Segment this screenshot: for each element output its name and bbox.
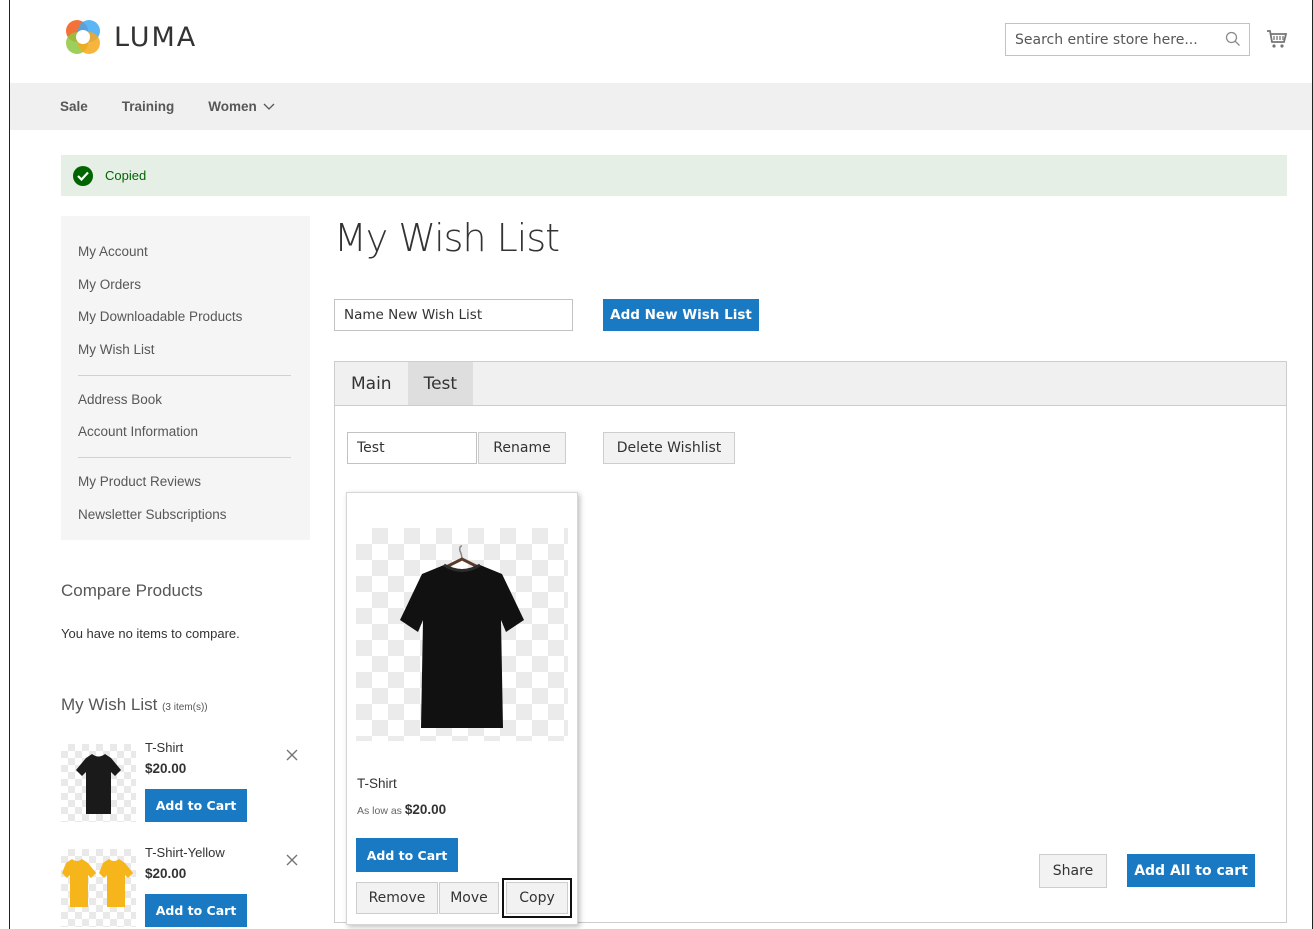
price-value: $20.00 (404, 802, 447, 817)
close-icon[interactable] (285, 853, 299, 867)
tshirt-black-image (76, 754, 121, 814)
remove-button[interactable]: Remove (356, 882, 438, 914)
product-thumbnail[interactable] (61, 849, 136, 927)
sidebar-item-my-wish-list[interactable]: My Wish List (78, 334, 310, 367)
compare-title: Compare Products (61, 581, 203, 600)
wishlist-tabs: Main Test Rename Delete Wishlist T-Shirt… (334, 361, 1287, 925)
add-to-cart-button[interactable]: Add to Cart (145, 894, 247, 927)
product-name[interactable]: T-Shirt (357, 776, 397, 791)
wishlist-item-name[interactable]: T-Shirt-Yellow (145, 845, 225, 860)
add-new-wishlist-button[interactable]: Add New Wish List (603, 299, 759, 331)
add-to-cart-button[interactable]: Add to Cart (145, 789, 247, 822)
close-icon[interactable] (285, 748, 299, 762)
page-frame: LUMA Sale Training Women (9, 0, 1313, 929)
message-text: Copied (105, 168, 147, 183)
product-price: As low as $20.00 (357, 802, 446, 817)
luma-logo-icon (66, 20, 100, 54)
sidebar-divider (78, 374, 291, 376)
nav-item-training[interactable]: Training (122, 99, 175, 114)
main-nav: Sale Training Women (10, 83, 1312, 130)
add-all-to-cart-button[interactable]: Add All to cart (1127, 854, 1255, 887)
share-button[interactable]: Share (1039, 854, 1107, 888)
compare-empty-text: You have no items to compare. (61, 626, 240, 641)
wishlist-item-price: $20.00 (145, 761, 187, 776)
nav-label: Women (208, 99, 257, 114)
success-message: Copied (61, 155, 1287, 196)
search-icon[interactable] (1225, 31, 1241, 47)
sidebar-item-account-information[interactable]: Account Information (78, 416, 310, 449)
nav-item-sale[interactable]: Sale (60, 99, 88, 114)
sidebar-item-my-orders[interactable]: My Orders (78, 269, 310, 302)
sidebar-item-address-book[interactable]: Address Book (78, 384, 310, 417)
wishlist-sidebar-item: T-Shirt $20.00 Add to Cart (61, 740, 306, 834)
tshirt-black-image (400, 545, 524, 728)
wishlist-item-price: $20.00 (145, 866, 187, 881)
nav-label: Training (121, 99, 175, 114)
check-icon (73, 165, 93, 186)
tshirt-yellow-image (62, 859, 133, 907)
tab-main[interactable]: Main (335, 362, 408, 405)
product-thumbnail[interactable] (61, 744, 136, 822)
copy-button-highlight: Copy (502, 878, 572, 918)
search-box (1005, 23, 1250, 56)
add-to-cart-button[interactable]: Add to Cart (356, 838, 458, 872)
page-title: My Wish List (334, 216, 560, 260)
product-card: T-Shirt As low as $20.00 Add to Cart Rem… (346, 492, 578, 925)
logo[interactable]: LUMA (62, 16, 197, 58)
sidebar-item-newsletter[interactable]: Newsletter Subscriptions (78, 499, 310, 532)
nav-item-women[interactable]: Women (208, 99, 275, 114)
sidebar-item-product-reviews[interactable]: My Product Reviews (78, 466, 310, 499)
account-nav: My Account My Orders My Downloadable Pro… (61, 216, 310, 540)
move-button[interactable]: Move (439, 882, 499, 914)
tab-bar: Main Test (335, 362, 1286, 406)
wishlist-sidebar-title-text: My Wish List (61, 695, 158, 714)
wishlist-count: (3 item(s)) (162, 702, 208, 713)
header: LUMA (10, 0, 1312, 83)
search-input[interactable] (1006, 24, 1206, 55)
sidebar-item-downloadable-products[interactable]: My Downloadable Products (78, 301, 310, 334)
tab-test[interactable]: Test (407, 362, 474, 405)
rename-button[interactable]: Rename (478, 432, 566, 464)
logo-text: LUMA (114, 21, 198, 53)
chevron-down-icon (263, 103, 275, 110)
delete-wishlist-button[interactable]: Delete Wishlist (603, 432, 735, 464)
cart-icon[interactable] (1266, 28, 1288, 50)
nav-label: Sale (60, 99, 88, 114)
copy-button[interactable]: Copy (506, 882, 568, 914)
product-image[interactable] (356, 528, 568, 741)
sidebar-item-my-account[interactable]: My Account (78, 236, 310, 269)
rename-wishlist-input[interactable] (347, 432, 477, 464)
wishlist-sidebar-item: T-Shirt-Yellow $20.00 Add to Cart (61, 845, 306, 929)
price-prefix: As low as (357, 805, 402, 817)
wishlist-item-name[interactable]: T-Shirt (145, 740, 183, 755)
new-wishlist-name-input[interactable] (334, 299, 573, 331)
sidebar-divider (78, 457, 291, 459)
wishlist-sidebar-title: My Wish List (3 item(s)) (61, 695, 208, 715)
